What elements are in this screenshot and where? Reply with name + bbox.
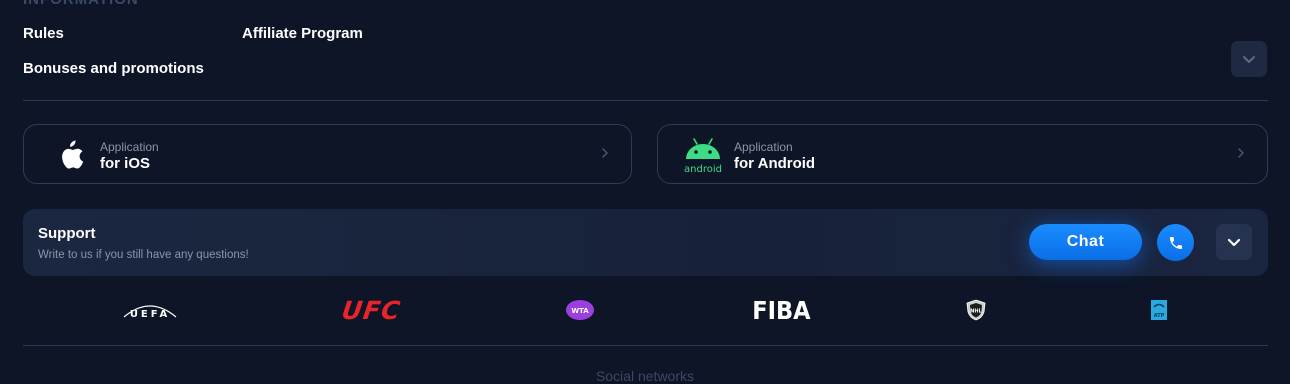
- rules-link[interactable]: Rules: [23, 25, 64, 42]
- ufc-logo: UFC: [335, 294, 407, 326]
- uefa-logo: UEFA: [118, 294, 182, 326]
- fiba-logo: FIBA: [752, 294, 810, 326]
- wta-text: WTA: [571, 307, 589, 315]
- affiliate-program-link[interactable]: Affiliate Program: [242, 25, 363, 42]
- support-subtitle: Write to us if you still have any questi…: [38, 249, 249, 261]
- app-subtitle: Application: [100, 140, 159, 154]
- nhl-text: NHL: [970, 309, 982, 315]
- divider: [23, 345, 1268, 346]
- uefa-text: UEFA: [130, 309, 170, 320]
- apple-icon: [48, 135, 90, 175]
- information-heading: Information: [23, 0, 139, 8]
- android-icon: android: [678, 135, 728, 175]
- app-title: for iOS: [100, 155, 151, 172]
- bonuses-link[interactable]: Bonuses and promotions: [23, 60, 204, 77]
- chevron-right-icon: [1238, 148, 1245, 158]
- app-title: for Android: [734, 155, 816, 172]
- information-collapse-button[interactable]: [1231, 41, 1267, 77]
- social-networks-heading: Social networks: [595, 368, 695, 384]
- ufc-text: UFC: [339, 295, 403, 325]
- fiba-text: FIBA: [751, 295, 811, 325]
- app-subtitle: Application: [734, 140, 793, 154]
- support-title: Support: [38, 225, 96, 242]
- phone-icon: [1169, 236, 1182, 249]
- chevron-down-icon: [1227, 238, 1241, 247]
- android-caption: android: [684, 164, 722, 175]
- support-panel: Support Write to us if you still have an…: [23, 209, 1268, 276]
- support-expand-button[interactable]: [1216, 224, 1252, 260]
- atp-logo: ATP: [1148, 294, 1170, 326]
- atp-text: ATP: [1154, 313, 1165, 319]
- chevron-down-icon: [1243, 56, 1255, 63]
- chevron-right-icon: [602, 148, 609, 158]
- ios-app-card[interactable]: Application for iOS: [23, 124, 632, 184]
- wta-logo: WTA: [563, 294, 597, 326]
- android-app-card[interactable]: android Application for Android: [657, 124, 1268, 184]
- nhl-logo: NHL: [963, 294, 989, 326]
- phone-button[interactable]: [1157, 224, 1194, 261]
- divider: [23, 100, 1268, 101]
- chat-button[interactable]: Chat: [1029, 224, 1142, 260]
